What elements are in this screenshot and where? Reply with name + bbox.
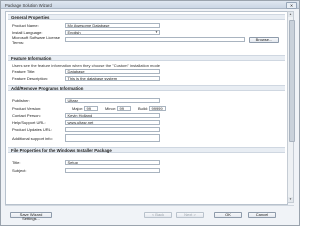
feature-description-input[interactable]: This is the database system: [65, 76, 160, 81]
ok-button[interactable]: OK: [214, 212, 242, 218]
install-language-select[interactable]: English ▼: [65, 30, 160, 35]
wizard-window: Package Solution Wizard ✕ General Proper…: [0, 0, 300, 226]
section-msi-header: File Properties for the Windows Installe…: [8, 147, 285, 153]
build-version-input[interactable]: 99999: [149, 106, 166, 111]
chevron-down-icon: ▼: [155, 30, 158, 34]
msi-title-label: Title:: [12, 160, 21, 165]
close-button[interactable]: ✕: [286, 2, 297, 9]
license-label: Microsoft Software License Terms:: [12, 35, 61, 45]
scroll-down-icon[interactable]: ▼: [288, 197, 293, 202]
help-url-label: Help/Support URL:: [12, 120, 46, 125]
license-file-input[interactable]: [65, 37, 245, 42]
browse-button[interactable]: Browse...: [249, 36, 279, 43]
publisher-label: Publisher:: [12, 98, 30, 103]
install-language-value: English: [67, 30, 81, 35]
vertical-scrollbar[interactable]: ▲ ▼: [287, 11, 295, 203]
publisher-input[interactable]: Ultasr: [65, 98, 160, 103]
minor-label: Minor:: [105, 106, 117, 111]
feature-description-text: Users see the feature information when t…: [12, 63, 161, 68]
wizard-content-panel: General Properties Product Name: My Awes…: [5, 11, 288, 205]
support-info-label: Additional support info:: [12, 136, 53, 141]
product-version-label: Product Version:: [12, 106, 42, 111]
product-name-label: Product Name:: [12, 23, 39, 28]
section-general-header: General Properties: [8, 14, 285, 20]
build-label: Build:: [138, 106, 149, 111]
msi-subject-input[interactable]: [65, 168, 160, 173]
msi-subject-label: Subject:: [12, 168, 27, 173]
feature-description-label: Feature Description:: [12, 76, 49, 81]
window-title: Package Solution Wizard: [5, 2, 52, 8]
contact-person-input[interactable]: Kevin Holland: [65, 113, 160, 118]
major-version-input[interactable]: 99: [84, 106, 98, 111]
next-button[interactable]: Next >: [176, 212, 204, 218]
product-name-input[interactable]: My Awesome Database: [65, 23, 160, 28]
scroll-up-icon[interactable]: ▲: [288, 12, 293, 17]
feature-title-input[interactable]: Database: [65, 69, 160, 74]
support-info-input[interactable]: [65, 134, 160, 142]
scroll-thumb[interactable]: [288, 20, 295, 142]
section-addremove-header: Add/Remove Programs Information: [8, 85, 285, 91]
major-label: Major:: [72, 106, 84, 111]
updates-url-label: Product Updates URL:: [12, 127, 53, 132]
help-url-input[interactable]: www.ultasr.net: [65, 120, 160, 125]
title-bar[interactable]: Package Solution Wizard ✕: [1, 1, 299, 9]
cancel-button[interactable]: Cancel: [248, 212, 276, 218]
msi-title-input[interactable]: Setup: [65, 160, 160, 165]
updates-url-input[interactable]: [65, 127, 160, 132]
minor-version-input[interactable]: 99: [117, 106, 131, 111]
section-feature-header: Feature Information: [8, 55, 285, 61]
feature-title-label: Feature Title:: [12, 69, 36, 74]
footer-divider: [5, 205, 294, 206]
save-wizard-settings-button[interactable]: Save Wizard Settings...: [10, 212, 52, 221]
back-button[interactable]: < Back: [144, 212, 172, 218]
contact-person-label: Contact Person:: [12, 113, 41, 118]
